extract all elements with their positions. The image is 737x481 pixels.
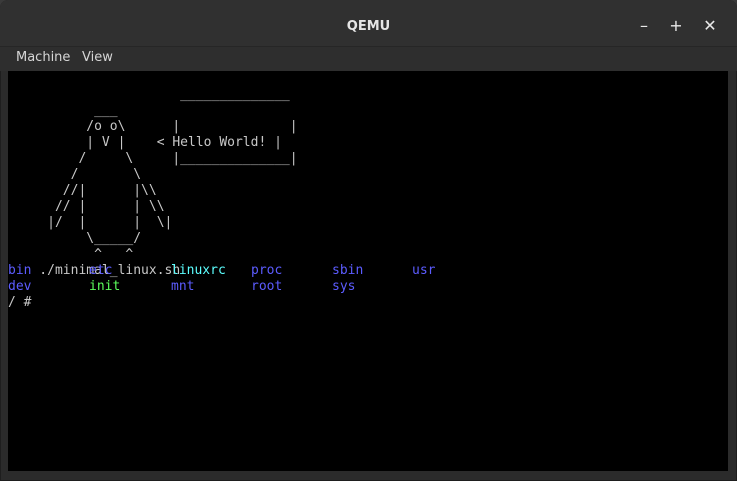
terminal-ascii-art: ______________ ___ /o o\ | | | V | < Hel… (39, 87, 298, 278)
shell-prompt: / # (8, 295, 32, 310)
ls-entry-proc: proc (251, 263, 283, 278)
menu-machine[interactable]: Machine (16, 50, 70, 65)
vm-display[interactable]: ______________ ___ /o o\ | | | V | < Hel… (8, 71, 728, 471)
title-bar[interactable]: QEMU – + ✕ (0, 0, 737, 47)
ls-entry-sys: sys (332, 279, 356, 294)
ls-entry-usr: usr (412, 263, 436, 278)
ls-entry-init: init (89, 279, 121, 294)
ls-entry-sbin: sbin (332, 263, 364, 278)
close-button[interactable]: ✕ (696, 12, 724, 40)
maximize-button[interactable]: + (662, 12, 690, 40)
menu-bar: Machine View (0, 47, 737, 71)
ls-entry-bin: bin (8, 263, 32, 278)
minimize-button[interactable]: – (630, 12, 658, 40)
qemu-window: QEMU – + ✕ Machine View ______________ _… (0, 0, 737, 481)
ls-entry-root: root (251, 279, 283, 294)
window-title: QEMU (346, 19, 391, 34)
ls-entry-etc: etc (89, 263, 113, 278)
menu-view[interactable]: View (82, 50, 113, 65)
ls-entry-mnt: mnt (171, 279, 195, 294)
ls-entry-linuxrc: linuxrc (171, 263, 226, 278)
ls-entry-dev: dev (8, 279, 32, 294)
